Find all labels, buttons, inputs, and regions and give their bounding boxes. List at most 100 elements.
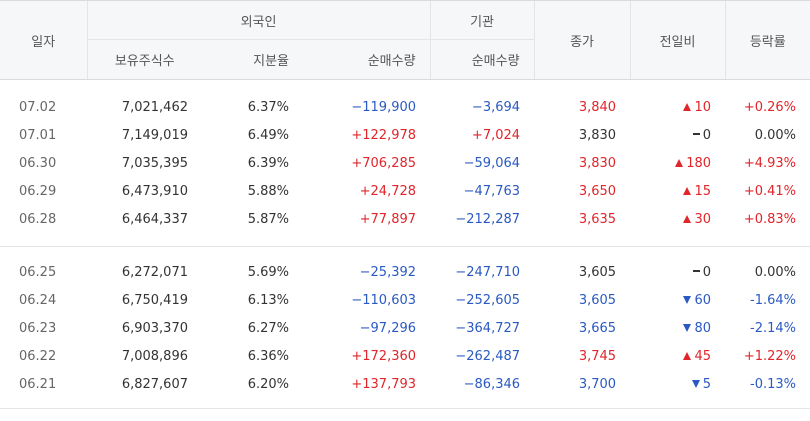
cell-close: 3,745	[578, 348, 617, 364]
cell-rate: 0.00%	[754, 264, 797, 280]
foreign-institution-trading-table-container: 일자 외국인 기관 종가 전일비 등락률 보유주식수 지분율 순매수량 순매수량…	[0, 0, 810, 421]
change-value: 5	[702, 376, 712, 392]
table-row: 06.24 6,750,419 6.13% −110,603 −252,605 …	[0, 286, 810, 314]
cell-change: 15	[630, 177, 725, 205]
cell-close: 3,665	[578, 320, 617, 336]
cell-share: 6.49%	[247, 127, 289, 143]
cell-holdings: 7,149,019	[121, 127, 188, 143]
cell-rate: +4.93%	[743, 155, 797, 171]
table-row: 06.21 6,827,607 6.20% +137,793 −86,346 3…	[0, 370, 810, 398]
change-value: 30	[694, 211, 712, 227]
cell-change: 45	[630, 342, 725, 370]
triangle-up-icon	[675, 158, 684, 167]
cell-inst-net: −252,605	[455, 292, 521, 308]
cell-holdings: 7,021,462	[121, 99, 188, 115]
cell-date: 06.25	[19, 264, 57, 280]
table-row: 06.28 6,464,337 5.87% +77,897 −212,287 3…	[0, 205, 810, 233]
table-row: 06.30 7,035,395 6.39% +706,285 −59,064 3…	[0, 149, 810, 177]
cell-close: 3,700	[578, 376, 617, 392]
change-value: 180	[686, 155, 712, 171]
triangle-up-icon	[683, 351, 692, 360]
cell-share: 6.27%	[247, 320, 289, 336]
cell-date: 06.28	[19, 211, 57, 227]
cell-foreign-net: +122,978	[351, 127, 417, 143]
change-value: 60	[694, 292, 712, 308]
cell-rate: -1.64%	[750, 292, 797, 308]
change-value: 45	[694, 348, 712, 364]
cell-inst-net: −3,694	[471, 99, 521, 115]
bottom-divider	[0, 398, 810, 409]
header-rate: 등락률	[724, 0, 810, 80]
cell-date: 06.30	[19, 155, 57, 171]
cell-holdings: 6,473,910	[121, 183, 188, 199]
cell-inst-net: −86,346	[463, 376, 521, 392]
cell-inst-net: −47,763	[463, 183, 521, 199]
cell-close: 3,840	[578, 99, 617, 115]
cell-holdings: 6,827,607	[121, 376, 188, 392]
cell-foreign-net: −110,603	[351, 292, 417, 308]
group-divider	[0, 233, 810, 247]
table-row: 06.25 6,272,071 5.69% −25,392 −247,710 3…	[0, 258, 810, 286]
cell-change: 10	[630, 93, 725, 121]
cell-close: 3,605	[578, 292, 617, 308]
triangle-down-icon	[683, 323, 692, 332]
cell-share: 6.37%	[247, 99, 289, 115]
cell-change: 5	[630, 370, 725, 398]
cell-rate: +0.83%	[743, 211, 797, 227]
cell-holdings: 6,903,370	[121, 320, 188, 336]
cell-holdings: 7,008,896	[121, 348, 188, 364]
cell-share: 6.13%	[247, 292, 289, 308]
cell-change: 60	[630, 286, 725, 314]
triangle-up-icon	[683, 214, 692, 223]
cell-holdings: 6,750,419	[121, 292, 188, 308]
dash-icon	[692, 132, 700, 135]
cell-close: 3,830	[578, 155, 617, 171]
header-inst-net: 순매수량	[429, 39, 535, 80]
cell-foreign-net: −25,392	[359, 264, 417, 280]
cell-rate: 0.00%	[754, 127, 797, 143]
cell-rate: -0.13%	[750, 376, 797, 392]
cell-holdings: 6,464,337	[121, 211, 188, 227]
header-date: 일자	[0, 0, 87, 80]
cell-inst-net: +7,024	[471, 127, 521, 143]
cell-foreign-net: +24,728	[359, 183, 417, 199]
cell-foreign-net: −97,296	[359, 320, 417, 336]
cell-inst-net: −212,287	[455, 211, 521, 227]
header-close: 종가	[533, 0, 631, 80]
triangle-up-icon	[683, 102, 692, 111]
cell-share: 6.36%	[247, 348, 289, 364]
cell-change: 0	[630, 258, 725, 286]
cell-foreign-net: +77,897	[359, 211, 417, 227]
cell-close: 3,650	[578, 183, 617, 199]
cell-change: 80	[630, 314, 725, 342]
cell-inst-net: −364,727	[455, 320, 521, 336]
cell-change: 180	[630, 149, 725, 177]
cell-share: 5.69%	[247, 264, 289, 280]
cell-close: 3,605	[578, 264, 617, 280]
cell-foreign-net: −119,900	[351, 99, 417, 115]
table-row: 07.01 7,149,019 6.49% +122,978 +7,024 3,…	[0, 121, 810, 149]
table-row: 07.02 7,021,462 6.37% −119,900 −3,694 3,…	[0, 93, 810, 121]
cell-share: 5.87%	[247, 211, 289, 227]
foreign-institution-trading-table: 일자 외국인 기관 종가 전일비 등락률 보유주식수 지분율 순매수량 순매수량…	[0, 0, 810, 409]
header-foreign: 외국인	[86, 0, 431, 40]
cell-inst-net: −247,710	[455, 264, 521, 280]
change-value: 15	[694, 183, 712, 199]
cell-date: 06.24	[19, 292, 57, 308]
change-value: 0	[702, 264, 712, 280]
cell-rate: +1.22%	[743, 348, 797, 364]
cell-rate: +0.41%	[743, 183, 797, 199]
table-row: 06.23 6,903,370 6.27% −97,296 −364,727 3…	[0, 314, 810, 342]
header-change: 전일비	[629, 0, 726, 80]
cell-close: 3,635	[578, 211, 617, 227]
table-body: 07.02 7,021,462 6.37% −119,900 −3,694 3,…	[0, 80, 810, 409]
table-row: 06.29 6,473,910 5.88% +24,728 −47,763 3,…	[0, 177, 810, 205]
change-value: 10	[694, 99, 712, 115]
cell-date: 07.01	[19, 127, 57, 143]
cell-change: 30	[630, 205, 725, 233]
cell-date: 06.21	[19, 376, 57, 392]
header-holdings: 보유주식수	[86, 39, 202, 80]
cell-date: 07.02	[19, 99, 57, 115]
cell-inst-net: −262,487	[455, 348, 521, 364]
table-row: 06.22 7,008,896 6.36% +172,360 −262,487 …	[0, 342, 810, 370]
